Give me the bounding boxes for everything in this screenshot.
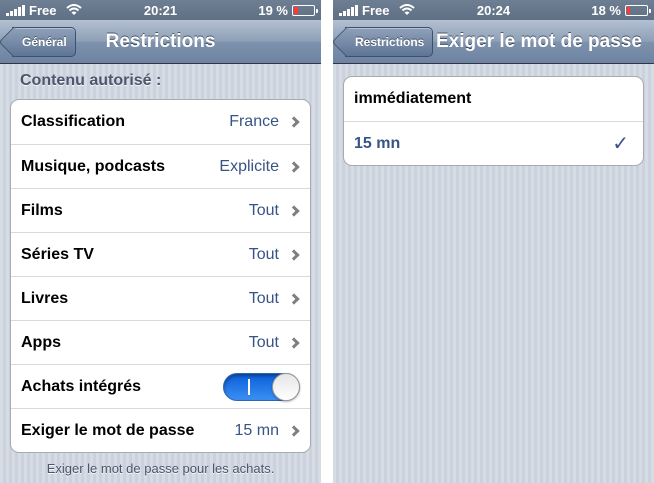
navigation-bar: Restrictions Exiger le mot de passe bbox=[333, 20, 654, 64]
toggle-on-indicator bbox=[248, 378, 250, 395]
chevron-right-icon bbox=[288, 424, 300, 437]
row-classification[interactable]: Classification France bbox=[11, 100, 310, 144]
chevron-right-icon bbox=[288, 160, 300, 173]
row-music-podcasts[interactable]: Musique, podcasts Explicite bbox=[11, 144, 310, 188]
row-label: Séries TV bbox=[21, 245, 94, 263]
row-value: 15 mn bbox=[234, 421, 279, 439]
chevron-right-icon bbox=[288, 336, 300, 349]
option-immediately[interactable]: immédiatement bbox=[344, 77, 643, 121]
require-password-screen: Free 20:24 18 % Restrictions Exiger le m… bbox=[333, 0, 654, 483]
page-title: Exiger le mot de passe bbox=[436, 30, 642, 52]
chevron-right-icon bbox=[288, 116, 300, 128]
carrier-label: Free bbox=[29, 2, 57, 18]
row-films[interactable]: Films Tout bbox=[11, 188, 310, 232]
chevron-right-icon bbox=[288, 248, 300, 261]
checkmark-icon: ✓ bbox=[612, 133, 629, 155]
battery-percent: 18 % bbox=[591, 2, 621, 18]
row-value: Tout bbox=[248, 245, 279, 263]
row-label: Musique, podcasts bbox=[21, 157, 166, 175]
chevron-right-icon bbox=[288, 292, 300, 305]
battery-fill bbox=[294, 6, 298, 14]
battery-fill bbox=[627, 6, 631, 14]
restrictions-list: Classification France Musique, podcasts … bbox=[10, 99, 311, 453]
row-label: Livres bbox=[21, 289, 69, 307]
battery-percent: 19 % bbox=[258, 2, 288, 18]
carrier-label: Free bbox=[362, 2, 390, 18]
wifi-icon bbox=[399, 4, 416, 15]
signal-bars-icon bbox=[339, 4, 358, 16]
status-bar: Free 20:21 19 % bbox=[0, 0, 321, 20]
option-label: 15 mn bbox=[354, 134, 401, 152]
row-label: Films bbox=[21, 201, 63, 219]
password-delay-options: immédiatement 15 mn ✓ bbox=[343, 76, 644, 166]
row-books[interactable]: Livres Tout bbox=[11, 276, 310, 320]
status-bar: Free 20:24 18 % bbox=[333, 0, 654, 20]
chevron-right-icon bbox=[288, 204, 300, 217]
row-value: Tout bbox=[248, 333, 279, 351]
wifi-icon bbox=[66, 4, 83, 15]
back-button-general[interactable]: Général bbox=[12, 27, 76, 57]
restrictions-screen: Free 20:21 19 % Général Restrictions Con… bbox=[0, 0, 321, 483]
row-label: Achats intégrés bbox=[21, 377, 142, 395]
row-value: France bbox=[229, 113, 279, 130]
navigation-bar: Général Restrictions bbox=[0, 20, 321, 64]
row-apps[interactable]: Apps Tout bbox=[11, 320, 310, 364]
back-button-restrictions[interactable]: Restrictions bbox=[345, 27, 434, 57]
battery-icon bbox=[625, 4, 651, 16]
row-value: Tout bbox=[248, 289, 279, 307]
row-value: Tout bbox=[248, 201, 279, 219]
toggle-knob[interactable] bbox=[272, 372, 300, 401]
battery-icon bbox=[292, 4, 318, 16]
row-label: Apps bbox=[21, 333, 61, 351]
row-require-password[interactable]: Exiger le mot de passe 15 mn bbox=[11, 408, 310, 452]
option-15-min[interactable]: 15 mn ✓ bbox=[344, 121, 643, 165]
row-tv-series[interactable]: Séries TV Tout bbox=[11, 232, 310, 276]
row-label: Exiger le mot de passe bbox=[21, 421, 195, 439]
signal-bars-icon bbox=[6, 4, 25, 16]
row-value: Explicite bbox=[219, 157, 279, 175]
row-in-app-purchases: Achats intégrés bbox=[11, 364, 310, 408]
row-label: Classification bbox=[21, 113, 126, 130]
option-label: immédiatement bbox=[354, 90, 472, 107]
section-footer: Exiger le mot de passe pour les achats. bbox=[46, 461, 275, 476]
section-header: Contenu autorisé : bbox=[20, 72, 162, 89]
in-app-purchases-toggle[interactable] bbox=[223, 372, 300, 401]
